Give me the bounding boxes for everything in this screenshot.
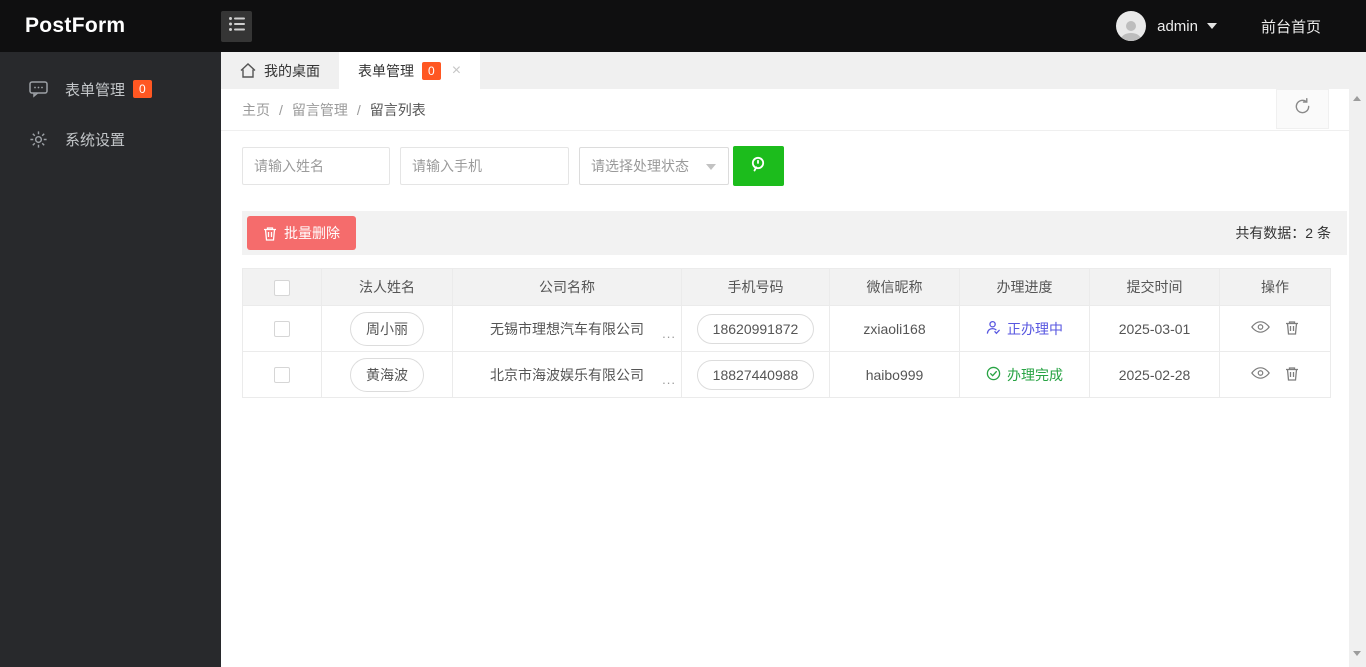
- select-all-checkbox[interactable]: [274, 279, 290, 296]
- wechat-nickname: zxiaoli168: [863, 320, 926, 337]
- eye-icon[interactable]: [1251, 366, 1270, 380]
- sidebar-item-label: 表单管理: [65, 81, 126, 99]
- message-icon: [29, 80, 48, 99]
- tab-form-management[interactable]: 表单管理 0 ×: [339, 52, 481, 89]
- tab-bar: 我的桌面 表单管理 0 ×: [221, 52, 1366, 89]
- check-circle-icon: [986, 366, 1001, 384]
- sidebar-item-form-management[interactable]: 表单管理 0: [0, 64, 221, 114]
- breadcrumb-message-management[interactable]: 留言管理: [292, 100, 348, 120]
- company-name: 北京市海波娱乐有限公司: [490, 366, 644, 383]
- vertical-scrollbar[interactable]: [1349, 89, 1366, 667]
- username-menu[interactable]: admin: [1157, 18, 1198, 35]
- trash-icon: [263, 226, 277, 241]
- batch-delete-button[interactable]: 批量删除: [247, 216, 356, 250]
- eye-icon[interactable]: [1251, 320, 1270, 334]
- phone-tag: 18620991872: [696, 313, 815, 344]
- truncation-ellipsis: ...: [662, 372, 676, 387]
- status-label: 正办理中: [1007, 320, 1063, 337]
- chevron-down-icon: [706, 164, 716, 170]
- status-select[interactable]: 请选择处理状态: [579, 147, 729, 185]
- batch-delete-label: 批量删除: [284, 225, 340, 241]
- legal-name-tag: 周小丽: [350, 311, 424, 346]
- status-select-value: 请选择处理状态: [591, 158, 689, 174]
- sidebar-badge: 0: [133, 80, 152, 98]
- breadcrumb-bar: 主页 / 留言管理 / 留言列表: [221, 89, 1366, 131]
- status-processing[interactable]: 正办理中: [986, 319, 1063, 339]
- status-done[interactable]: 办理完成: [986, 365, 1063, 385]
- table-toolbar: 批量删除 共有数据：2 条: [242, 211, 1347, 255]
- tab-label: 我的桌面: [264, 62, 320, 79]
- company-name: 无锡市理想汽车有限公司: [490, 320, 644, 337]
- topbar: PostForm admin 前台首页: [0, 0, 1366, 52]
- select-all-header: [242, 268, 322, 306]
- column-header: 提交时间: [1089, 268, 1220, 306]
- front-site-link[interactable]: 前台首页: [1261, 16, 1321, 37]
- collapse-sidebar-button[interactable]: [221, 10, 252, 42]
- row-actions: [1251, 366, 1299, 381]
- column-header: 手机号码: [681, 268, 830, 306]
- table-row: 周小丽 无锡市理想汽车有限公司 ... 18620991872 zxiaoli1…: [242, 305, 1331, 352]
- avatar[interactable]: [1116, 11, 1147, 41]
- submit-date: 2025-03-01: [1118, 320, 1191, 337]
- status-label: 办理完成: [1007, 366, 1063, 383]
- breadcrumb-current: 留言列表: [369, 101, 426, 118]
- phone-tag: 18827440988: [696, 359, 815, 390]
- tab-my-desktop[interactable]: 我的桌面: [221, 52, 339, 89]
- close-icon[interactable]: ×: [452, 62, 461, 79]
- app-logo: PostForm: [25, 14, 126, 37]
- column-header: 操作: [1219, 268, 1331, 306]
- page-content: 请选择处理状态: [221, 131, 1366, 398]
- trash-icon[interactable]: [1285, 366, 1299, 381]
- wechat-nickname: haibo999: [865, 366, 924, 383]
- row-checkbox[interactable]: [274, 321, 290, 338]
- name-search-input[interactable]: [242, 147, 390, 185]
- main-area: 我的桌面 表单管理 0 × 主页 / 留言管理 / 留言列表 请输入姓名 请输入…: [221, 52, 1366, 667]
- trash-icon[interactable]: [1285, 320, 1299, 335]
- phone-search-input[interactable]: [400, 147, 569, 185]
- table-header-row: 法人姓名 公司名称 手机号码 微信昵称 办理进度 提交时间 操作: [242, 268, 1331, 306]
- truncation-ellipsis: ...: [662, 326, 676, 341]
- search-row: 请选择处理状态: [242, 146, 1347, 186]
- data-table: 法人姓名 公司名称 手机号码 微信昵称 办理进度 提交时间 操作 周小丽 无锡市…: [242, 268, 1331, 398]
- scroll-up-icon[interactable]: [1353, 96, 1361, 101]
- search-icon: [749, 155, 769, 178]
- refresh-icon: [1293, 97, 1312, 121]
- scroll-down-icon[interactable]: [1353, 651, 1361, 656]
- gear-icon: [29, 130, 48, 149]
- row-actions: [1251, 320, 1299, 335]
- total-count-text: 共有数据：2 条: [1235, 225, 1331, 241]
- legal-name-tag: 黄海波: [350, 357, 424, 392]
- sidebar-item-system-settings[interactable]: 系统设置: [0, 114, 221, 164]
- tab-badge: 0: [422, 61, 441, 80]
- hamburger-menu-icon: [228, 16, 245, 36]
- home-icon: [240, 63, 256, 78]
- caret-down-icon[interactable]: [1206, 23, 1217, 29]
- column-header: 法人姓名: [321, 268, 453, 306]
- user-status-icon: [986, 320, 1001, 338]
- sidebar: 表单管理 0 系统设置: [0, 52, 221, 667]
- breadcrumb-separator: /: [279, 101, 283, 118]
- submit-date: 2025-02-28: [1118, 366, 1191, 383]
- breadcrumb-separator: /: [356, 101, 361, 118]
- breadcrumb-home[interactable]: 主页: [242, 100, 270, 120]
- table-row: 黄海波 北京市海波娱乐有限公司 ... 18827440988 haibo999: [242, 351, 1331, 398]
- column-header: 公司名称: [452, 268, 682, 306]
- topbar-right: admin 前台首页: [1116, 11, 1366, 41]
- tab-label: 表单管理: [358, 62, 414, 79]
- search-button[interactable]: [733, 146, 784, 186]
- row-checkbox[interactable]: [274, 367, 290, 384]
- column-header: 办理进度: [959, 268, 1090, 306]
- refresh-button[interactable]: [1276, 89, 1329, 129]
- column-header: 微信昵称: [829, 268, 960, 306]
- sidebar-item-label: 系统设置: [65, 131, 126, 149]
